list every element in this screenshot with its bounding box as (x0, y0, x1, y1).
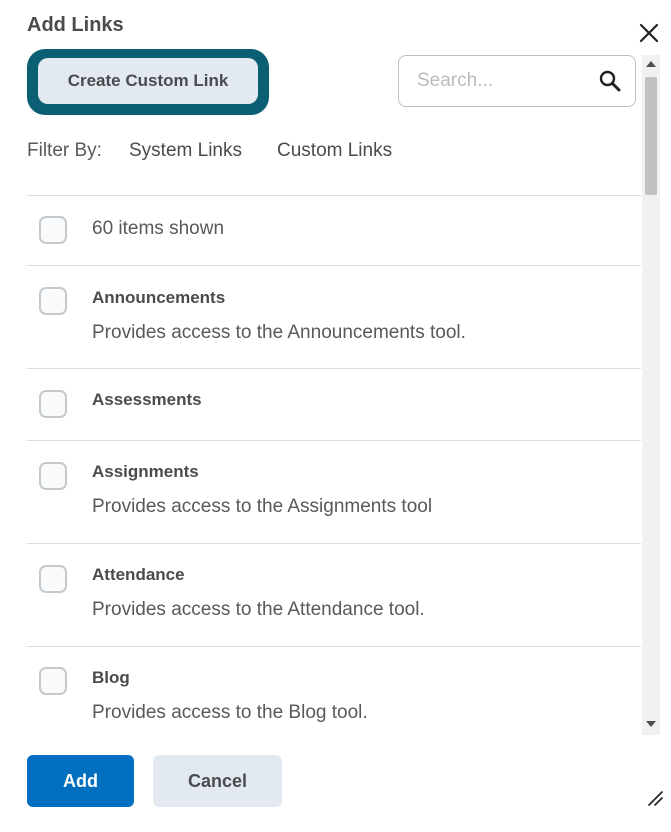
select-all-row: 60 items shown (27, 195, 641, 266)
filter-label: Filter By: (27, 140, 102, 161)
item-title: Assessments (92, 390, 202, 409)
add-button[interactable]: Add (27, 755, 134, 807)
dialog-title: Add Links (27, 14, 124, 36)
list-item: Blog Provides access to the Blog tool. (27, 647, 641, 735)
search-icon[interactable] (598, 69, 622, 93)
list-scrollbar[interactable] (642, 55, 660, 735)
add-links-dialog: Add Links Create Custom Link Filter By: … (0, 0, 671, 832)
cancel-button[interactable]: Cancel (153, 755, 282, 807)
item-checkbox[interactable] (39, 565, 67, 593)
resize-handle-icon[interactable] (645, 788, 663, 806)
item-checkbox[interactable] (39, 287, 67, 315)
links-list: 60 items shown Announcements Provides ac… (27, 195, 641, 735)
item-checkbox[interactable] (39, 462, 67, 490)
list-item: Assignments Provides access to the Assig… (27, 441, 641, 544)
list-item: Assessments (27, 369, 641, 441)
item-checkbox[interactable] (39, 667, 67, 695)
filter-custom-links[interactable]: Custom Links (277, 140, 392, 162)
scroll-down-arrow-icon[interactable] (646, 721, 656, 727)
item-description: Provides access to the Attendance tool. (92, 599, 425, 620)
item-title: Announcements (92, 288, 226, 307)
filter-system-links[interactable]: System Links (129, 140, 242, 162)
scrollbar-thumb[interactable] (645, 77, 657, 195)
item-description: Provides access to the Assignments tool (92, 496, 433, 517)
create-custom-link-button[interactable]: Create Custom Link (38, 58, 258, 104)
close-icon (639, 23, 659, 43)
items-count: 60 items shown (92, 218, 225, 239)
item-checkbox[interactable] (39, 390, 67, 418)
search-input[interactable] (417, 68, 577, 94)
item-description: Provides access to the Announcements too… (92, 322, 466, 343)
item-title: Attendance (92, 565, 185, 584)
item-title: Blog (92, 668, 130, 687)
close-button[interactable] (634, 18, 664, 48)
search-box (398, 55, 636, 107)
list-item: Announcements Provides access to the Ann… (27, 266, 641, 369)
item-title: Assignments (92, 462, 199, 481)
scroll-up-arrow-icon[interactable] (646, 61, 656, 67)
list-item: Attendance Provides access to the Attend… (27, 544, 641, 647)
item-description: Provides access to the Blog tool. (92, 702, 368, 723)
select-all-checkbox[interactable] (39, 216, 67, 244)
